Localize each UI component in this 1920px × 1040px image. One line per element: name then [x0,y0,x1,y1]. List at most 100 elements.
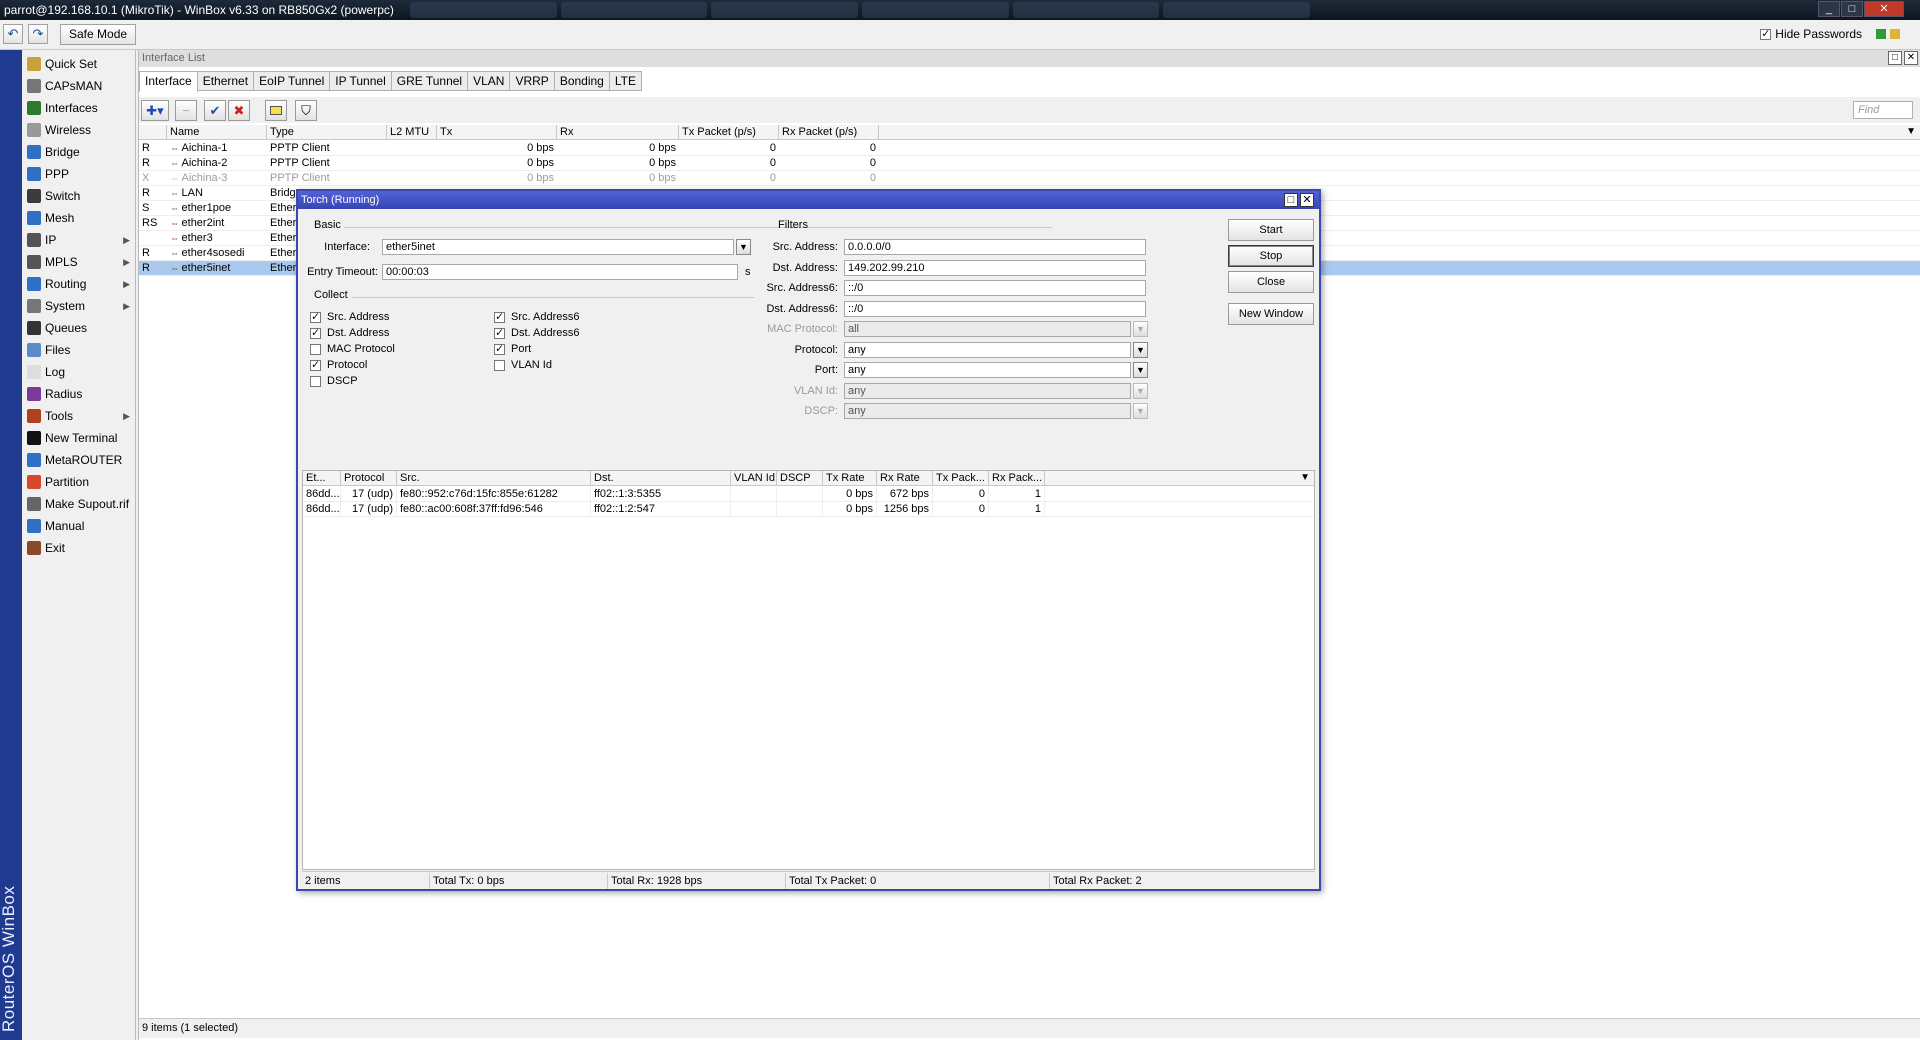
column-header[interactable]: Rx [557,125,679,140]
filter-dscp-dropdown-icon[interactable]: ▼ [1133,403,1148,419]
column-header[interactable]: Name [167,125,267,140]
sidebar-item-exit[interactable]: Exit [24,538,134,558]
sidebar-item-mpls[interactable]: MPLS ▶ [24,252,134,272]
table-row[interactable]: R ⇔ Aichina-2 PPTP Client 0 bps 0 bps 0 0 [139,156,1920,171]
torch-column-header[interactable]: Et... [303,471,341,486]
sidebar-item-files[interactable]: Files [24,340,134,360]
torch-maximize-icon[interactable]: □ [1284,193,1298,207]
filter-dscp-input[interactable]: any [844,403,1131,419]
torch-column-header[interactable]: Tx Rate [823,471,877,486]
torch-close-icon[interactable]: ✕ [1300,193,1314,207]
find-input[interactable]: Find [1853,101,1913,119]
tab-gre-tunnel[interactable]: GRE Tunnel [391,71,469,91]
torch-column-header[interactable]: Rx Rate [877,471,933,486]
collect-src-address[interactable]: Src. Address [310,310,389,323]
redo-icon[interactable]: ↷ [28,24,48,44]
tab-vrrp[interactable]: VRRP [510,71,555,91]
filter-dst-address-input[interactable]: 149.202.99.210 [844,259,1146,276]
tab-ethernet[interactable]: Ethernet [197,71,255,91]
close-window-button[interactable]: ✕ [1864,1,1904,17]
sidebar-item-queues[interactable]: Queues [24,318,134,338]
sidebar-item-ip[interactable]: IP ▶ [24,230,134,250]
interface-select[interactable]: ether5inet [382,239,734,255]
sidebar-item-mesh[interactable]: Mesh [24,208,134,228]
collect-mac-protocol[interactable]: MAC Protocol [310,343,395,355]
filter-mac-protocol-dropdown-icon[interactable]: ▼ [1133,321,1148,337]
collect-vlan-id[interactable]: VLAN Id [494,359,552,371]
sidebar-item-bridge[interactable]: Bridge [24,142,134,162]
column-header[interactable]: Type [267,125,387,140]
sidebar-item-switch[interactable]: Switch [24,186,134,206]
sidebar-item-metarouter[interactable]: MetaROUTER [24,450,134,470]
minimize-button[interactable]: _ [1818,1,1840,17]
sidebar-item-radius[interactable]: Radius [24,384,134,404]
table-row[interactable]: R ⇔ Aichina-1 PPTP Client 0 bps 0 bps 0 0 [139,141,1920,156]
filter-vlan-id-input[interactable]: any [844,382,1131,399]
sidebar-item-quick-set[interactable]: Quick Set [24,54,134,74]
entry-timeout-input[interactable]: 00:00:03 [382,264,738,280]
checkbox[interactable] [494,326,505,339]
sidebar-item-ppp[interactable]: PPP [24,164,134,184]
checkbox[interactable] [494,310,505,323]
table-row[interactable]: X ⇔ Aichina-3 PPTP Client 0 bps 0 bps 0 0 [139,171,1920,186]
torch-column-header[interactable]: Src. [397,471,591,486]
torch-table-row[interactable]: 86dd... 17 (udp) fe80::952:c76d:15fc:855e:… [303,487,1314,502]
checkbox[interactable] [494,342,505,355]
filter-src-address-input[interactable]: 0.0.0.0/0 [844,239,1146,255]
start-button[interactable]: Start [1228,219,1314,241]
checkbox[interactable] [494,359,505,371]
torch-column-header[interactable]: Rx Pack... [989,471,1045,486]
add-icon[interactable]: ✚▾ [141,100,169,121]
column-chooser-icon[interactable]: ▼ [1906,126,1916,137]
torch-table-row[interactable]: 86dd... 17 (udp) fe80::ac00:608f:37ff:fd96… [303,502,1314,517]
torch-column-header[interactable]: DSCP [777,471,823,486]
collect-protocol[interactable]: Protocol [310,358,367,371]
collect-src-address6[interactable]: Src. Address6 [494,310,579,323]
sidebar-item-routing[interactable]: Routing ▶ [24,274,134,294]
filter-protocol-dropdown-icon[interactable]: ▼ [1133,341,1148,358]
panel-close-icon[interactable]: ✕ [1904,51,1918,65]
collect-dst-address[interactable]: Dst. Address [310,326,389,339]
tab-interface[interactable]: Interface [139,71,198,92]
filter-port-dropdown-icon[interactable]: ▼ [1133,362,1148,378]
torch-column-header[interactable]: Dst. [591,471,731,486]
sidebar-item-interfaces[interactable]: Interfaces [24,98,134,118]
tab-ip-tunnel[interactable]: IP Tunnel [330,71,392,91]
sidebar-item-new-terminal[interactable]: New Terminal [24,428,134,448]
tab-lte[interactable]: LTE [609,71,642,91]
filter-port-input[interactable]: any [844,362,1131,378]
column-header[interactable]: Rx Packet (p/s) [779,125,879,140]
collect-dst-address6[interactable]: Dst. Address6 [494,326,579,339]
sidebar-item-make-supout-rif[interactable]: Make Supout.rif [24,494,134,514]
sidebar-item-tools[interactable]: Tools ▶ [24,406,134,426]
collect-port[interactable]: Port [494,342,531,355]
checkbox[interactable] [310,310,321,323]
column-header[interactable]: Tx [437,125,557,140]
hide-passwords-checkbox[interactable] [1760,27,1772,40]
checkbox[interactable] [310,358,321,371]
torch-column-header[interactable]: Tx Pack... [933,471,989,486]
sidebar-item-wireless[interactable]: Wireless [24,120,134,140]
undo-icon[interactable]: ↶ [3,24,23,44]
close-button[interactable]: Close [1228,271,1314,293]
filter-mac-protocol-input[interactable]: all [844,321,1131,337]
filter-vlan-id-dropdown-icon[interactable]: ▼ [1133,382,1148,399]
filter-protocol-input[interactable]: any [844,341,1131,358]
torch-column-header[interactable]: Protocol [341,471,397,486]
torch-column-chooser-icon[interactable]: ▼ [1300,472,1310,483]
column-header[interactable]: Tx Packet (p/s) [679,125,779,140]
filter-icon[interactable]: ⛉ [295,100,317,121]
column-header[interactable] [139,125,167,140]
checkbox[interactable] [310,326,321,339]
interface-dropdown-icon[interactable]: ▼ [736,239,751,255]
filter-dst-address6-input[interactable]: ::/0 [844,300,1146,317]
stop-button[interactable]: Stop [1228,245,1314,267]
filter-src-address6-input[interactable]: ::/0 [844,280,1146,296]
tab-bonding[interactable]: Bonding [554,71,610,91]
disable-icon[interactable]: ✖ [228,100,250,121]
column-header[interactable]: L2 MTU [387,125,437,140]
new-window-button[interactable]: New Window [1228,303,1314,325]
checkbox[interactable] [310,343,321,355]
safe-mode-button[interactable]: Safe Mode [60,24,137,45]
tab-vlan[interactable]: VLAN [468,71,511,91]
